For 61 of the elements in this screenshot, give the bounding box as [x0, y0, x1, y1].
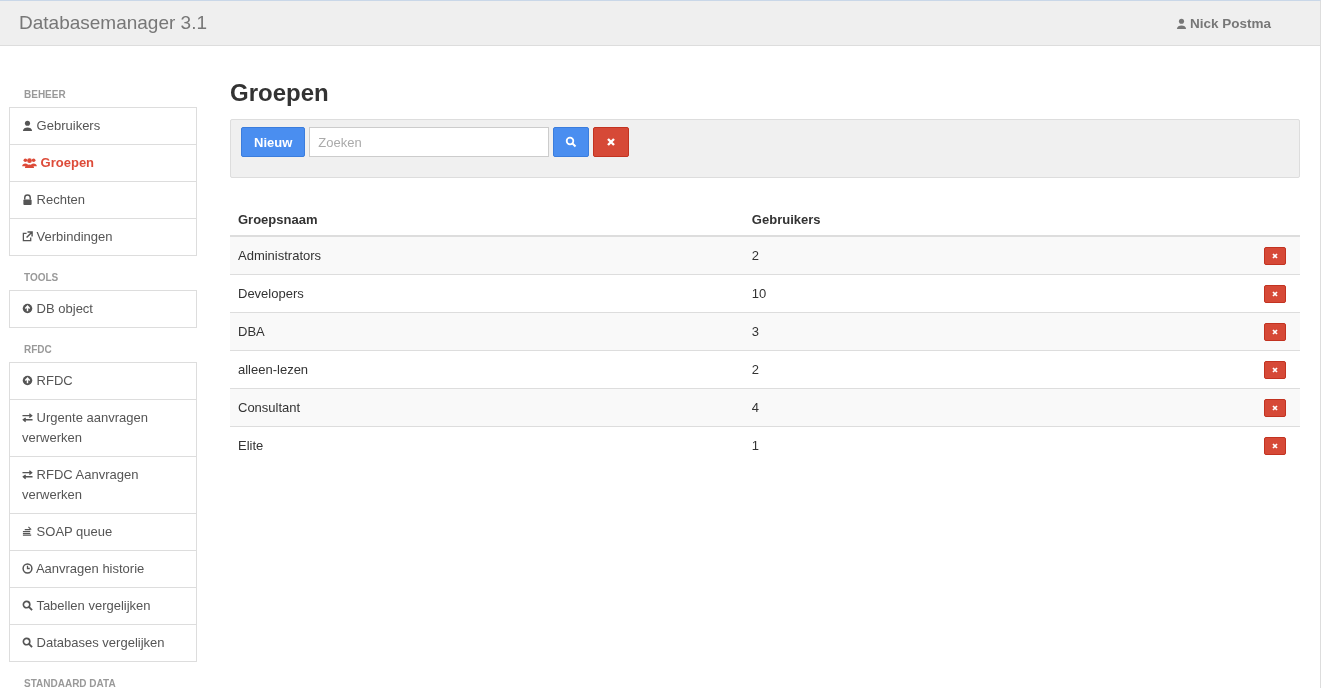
sidebar-item[interactable]: RFDC Aanvragen verwerken: [10, 456, 196, 513]
table-cell: 2: [743, 236, 1256, 275]
sidebar-item[interactable]: DB object: [10, 291, 196, 327]
delete-button[interactable]: [1264, 436, 1286, 455]
table-cell: Administrators: [230, 236, 744, 275]
sidebar-section-heading: STANDAARD DATA: [23, 678, 117, 688]
table-cell: 1: [743, 426, 1256, 464]
clock-icon: [22, 563, 33, 574]
table-cell: Consultant: [230, 388, 744, 427]
page-title: Groepen: [230, 79, 330, 107]
close-icon: [1271, 441, 1279, 450]
delete-button[interactable]: [1264, 322, 1286, 341]
sidebar-item[interactable]: SOAP queue: [10, 513, 196, 550]
stack-icon: [22, 526, 33, 537]
external-link-icon: [22, 231, 33, 242]
clear-button[interactable]: [593, 127, 630, 157]
user-menu-link[interactable]: Nick Postma: [1175, 15, 1271, 31]
delete-button[interactable]: [1264, 246, 1286, 265]
table-cell: 10: [743, 274, 1256, 313]
delete-button[interactable]: [1264, 360, 1286, 379]
user-icon: [22, 120, 33, 131]
close-icon: [1271, 403, 1279, 412]
table-cell: Elite: [230, 426, 744, 464]
sidebar-item[interactable]: Groepen: [10, 144, 196, 181]
circle-arrow-icon: [22, 303, 33, 314]
sidebar-item[interactable]: Tabellen vergelijken: [10, 587, 196, 624]
lock-icon: [22, 194, 33, 205]
close-icon: [1271, 365, 1279, 374]
close-icon: [1271, 251, 1279, 260]
sidebar-section-heading: RFDC: [23, 344, 53, 356]
search-icon: [565, 136, 578, 148]
search-icon: [22, 637, 33, 648]
close-icon: [1271, 289, 1279, 298]
search-button[interactable]: [553, 127, 590, 157]
table-cell: 4: [743, 388, 1256, 427]
sidebar-item[interactable]: Databases vergelijken: [10, 624, 196, 661]
swap-arrows-icon: [22, 412, 33, 423]
swap-arrows-icon: [22, 469, 33, 480]
sidebar-item[interactable]: Aanvragen historie: [10, 550, 196, 587]
delete-button[interactable]: [1264, 398, 1286, 417]
users-icon: [22, 157, 37, 168]
user-icon: [1175, 17, 1187, 29]
table-cell: alleen-lezen: [230, 350, 744, 389]
sidebar-section-heading: TOOLS: [23, 272, 60, 284]
close-icon: [1271, 327, 1279, 336]
table-cell: 3: [743, 312, 1256, 351]
search-icon: [22, 600, 33, 611]
sidebar-item[interactable]: Rechten: [10, 181, 196, 218]
table-cell: 2: [743, 350, 1256, 389]
app-title: Databasemanager 3.1: [19, 12, 207, 34]
sidebar-item[interactable]: Gebruikers: [10, 108, 196, 144]
table-cell: Developers: [230, 274, 744, 313]
delete-button[interactable]: [1264, 284, 1286, 303]
close-icon: [605, 136, 618, 148]
sidebar-section-heading: BEHEER: [23, 89, 67, 101]
sidebar-item[interactable]: Urgente aanvragen verwerken: [10, 399, 196, 456]
circle-arrow-icon: [22, 375, 33, 386]
search-field[interactable]: Zoeken: [309, 127, 550, 157]
table-cell: DBA: [230, 312, 744, 351]
sidebar-item[interactable]: Verbindingen: [10, 218, 196, 255]
sidebar-item[interactable]: RFDC: [10, 363, 196, 399]
